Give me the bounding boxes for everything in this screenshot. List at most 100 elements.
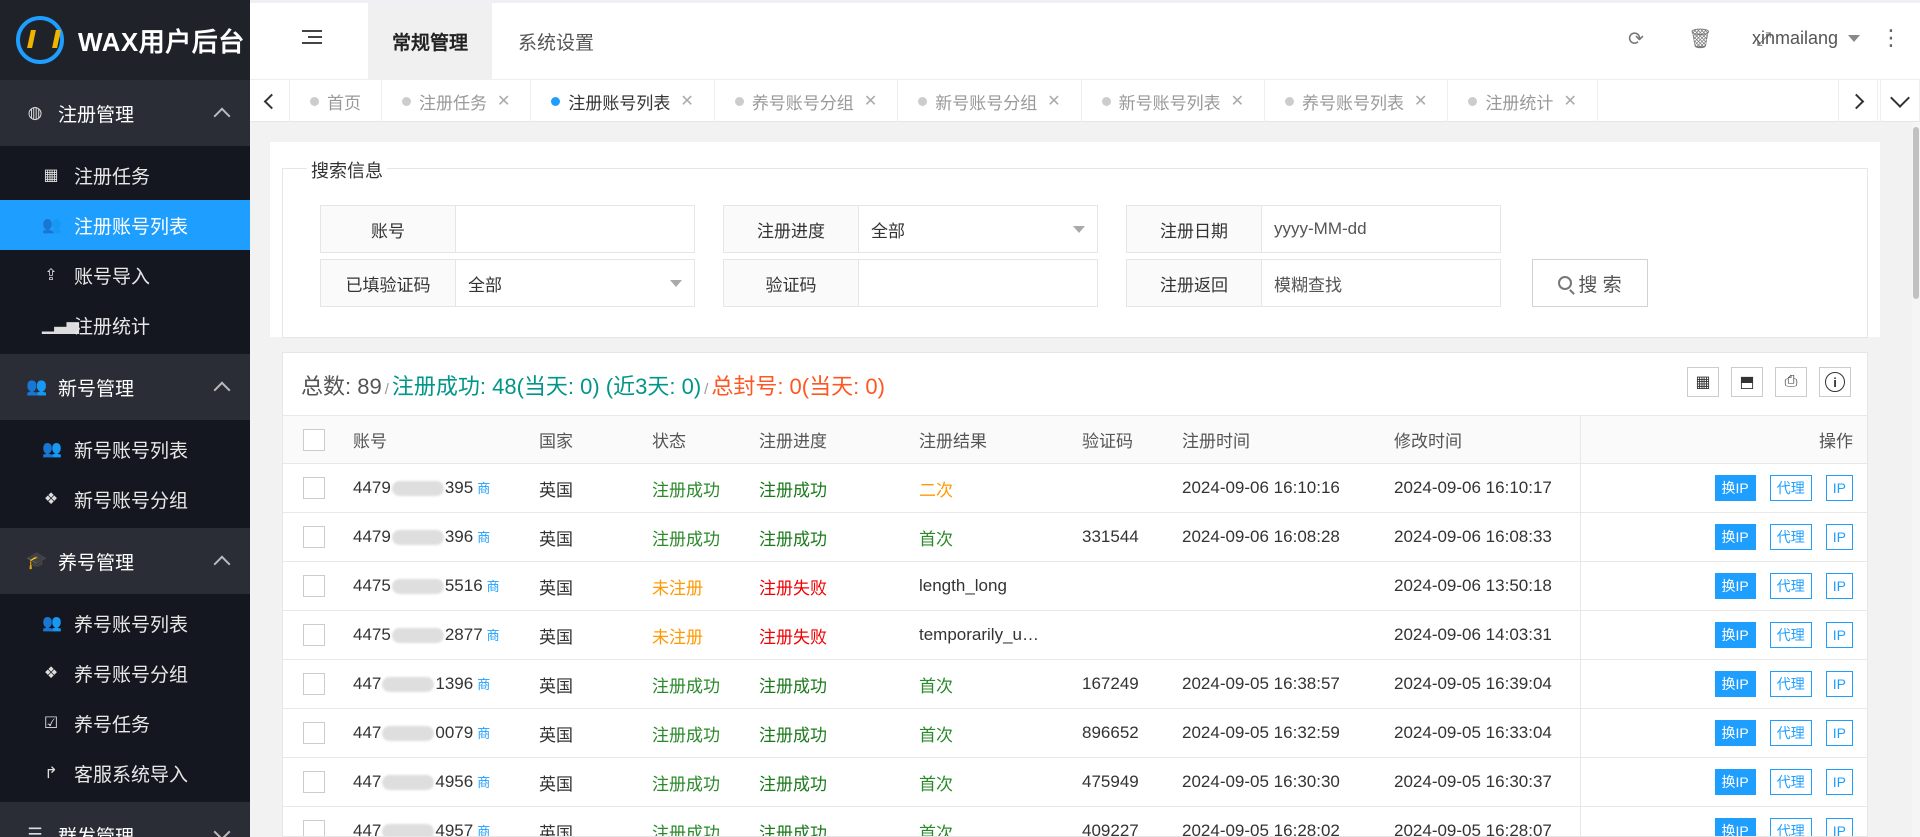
proxy-button[interactable]: 代理 (1769, 524, 1812, 550)
th-progress[interactable]: 注册进度 (751, 415, 911, 464)
change-ip-button[interactable]: 换IP (1714, 720, 1756, 746)
close-icon[interactable]: ✕ (1231, 91, 1244, 111)
page-tab[interactable]: 首页 (290, 80, 382, 122)
proxy-button[interactable]: 代理 (1769, 475, 1812, 501)
header-tab-settings[interactable]: 系统设置 (494, 3, 618, 80)
table-row[interactable]: 4479 395 商 英国 注册成功 注册成功 二次 2024-09-06 16:1… (283, 463, 1867, 513)
proxy-button[interactable]: 代理 (1769, 818, 1812, 836)
th-code[interactable]: 验证码 (1074, 415, 1174, 464)
page-tab[interactable]: 新号账号分组 ✕ (898, 80, 1082, 122)
tabs-scroll-left-button[interactable] (250, 80, 290, 122)
info-button[interactable]: i (1819, 367, 1851, 397)
th-mod-time[interactable]: 修改时间 (1386, 415, 1580, 464)
more-vertical-icon[interactable]: ⋮ (1880, 26, 1902, 50)
row-checkbox[interactable] (303, 771, 325, 793)
sidebar-item[interactable]: ↱ 客服系统导入 (0, 748, 250, 798)
change-ip-button[interactable]: 换IP (1714, 475, 1756, 501)
change-ip-button[interactable]: 换IP (1714, 573, 1756, 599)
sidebar-item[interactable]: ❖ 养号账号分组 (0, 648, 250, 698)
close-icon[interactable]: ✕ (1414, 91, 1427, 111)
proxy-button[interactable]: 代理 (1769, 769, 1812, 795)
row-checkbox[interactable] (303, 477, 325, 499)
change-ip-button[interactable]: 换IP (1714, 524, 1756, 550)
menu-toggle-icon[interactable] (302, 30, 322, 48)
sidebar-item[interactable]: ▦ 注册任务 (0, 150, 250, 200)
page-tab[interactable]: 注册任务 ✕ (382, 80, 532, 122)
code-input[interactable] (859, 260, 1097, 306)
page-scrollbar[interactable] (1912, 122, 1920, 837)
header-tab-general[interactable]: 常规管理 (368, 3, 493, 80)
change-ip-button[interactable]: 换IP (1714, 769, 1756, 795)
refresh-icon[interactable]: ⟳ (1624, 28, 1648, 52)
close-icon[interactable]: ✕ (680, 91, 693, 111)
table-row[interactable]: 447 1396 商 英国 注册成功 注册成功 首次 167249 2024-09-… (283, 659, 1867, 709)
th-account[interactable]: 账号 (345, 415, 531, 464)
th-status[interactable]: 状态 (644, 415, 751, 464)
logo[interactable]: WAX用户后台 (0, 0, 250, 80)
print-button[interactable]: ⎙ (1775, 367, 1807, 397)
ip-button[interactable]: IP (1825, 769, 1853, 795)
row-checkbox[interactable] (303, 526, 325, 548)
trash-icon[interactable]: 🗑 (1688, 28, 1712, 52)
close-icon[interactable]: ✕ (1047, 91, 1060, 111)
scrollbar-thumb[interactable] (1913, 127, 1919, 299)
close-icon[interactable]: ✕ (864, 91, 877, 111)
proxy-button[interactable]: 代理 (1769, 573, 1812, 599)
sidebar-item[interactable]: ❖ 新号账号分组 (0, 474, 250, 524)
sidebar-item[interactable]: 👥 注册账号列表 (0, 200, 250, 250)
result-input[interactable]: 模糊查找 (1262, 260, 1500, 306)
tabs-menu-button[interactable] (1880, 80, 1920, 122)
ip-button[interactable]: IP (1825, 475, 1853, 501)
sidebar-item[interactable]: 👥 养号账号列表 (0, 598, 250, 648)
close-icon[interactable]: ✕ (497, 91, 510, 111)
change-ip-button[interactable]: 换IP (1714, 622, 1756, 648)
row-checkbox[interactable] (303, 624, 325, 646)
th-country[interactable]: 国家 (531, 415, 644, 464)
tabs-scroll-right-button[interactable] (1838, 80, 1878, 122)
sidebar-item[interactable]: ☑ 养号任务 (0, 698, 250, 748)
proxy-button[interactable]: 代理 (1769, 671, 1812, 697)
table-row[interactable]: 447 0079 商 英国 注册成功 注册成功 首次 896652 2024-09-… (283, 708, 1867, 758)
ip-button[interactable]: IP (1825, 720, 1853, 746)
account-input[interactable] (456, 206, 694, 252)
row-checkbox[interactable] (303, 722, 325, 744)
page-tab[interactable]: 注册账号列表 ✕ (531, 80, 715, 122)
sidebar-item[interactable]: 👥 新号账号列表 (0, 424, 250, 474)
sidebar-item[interactable]: ▁▃▅ 注册统计 (0, 300, 250, 350)
table-row[interactable]: 4475 5516 商 英国 未注册 注册失败 length_long 2024-0… (283, 561, 1867, 611)
page-tab[interactable]: 注册统计 ✕ (1448, 80, 1598, 122)
page-tab[interactable]: 新号账号列表 ✕ (1082, 80, 1266, 122)
page-tab[interactable]: 养号账号分组 ✕ (715, 80, 899, 122)
ip-button[interactable]: IP (1825, 573, 1853, 599)
table-row[interactable]: 447 4957 商 英国 注册成功 注册成功 首次 409227 2024-09-… (283, 806, 1867, 836)
columns-filter-button[interactable]: ▦ (1687, 367, 1719, 397)
page-tab[interactable]: 养号账号列表 ✕ (1265, 80, 1449, 122)
user-menu[interactable]: xinmailang (1752, 28, 1860, 49)
row-checkbox[interactable] (303, 575, 325, 597)
table-row[interactable]: 4475 2877 商 英国 未注册 注册失败 temporarily_u… 202… (283, 610, 1867, 660)
nav-group-title[interactable]: 👥 新号管理 (0, 354, 250, 420)
table-row[interactable]: 4479 396 商 英国 注册成功 注册成功 首次 331544 2024-09-… (283, 512, 1867, 562)
select-all-checkbox[interactable] (303, 428, 325, 451)
nav-group-title[interactable]: 🎓 养号管理 (0, 528, 250, 594)
row-checkbox[interactable] (303, 673, 325, 695)
change-ip-button[interactable]: 换IP (1714, 818, 1756, 836)
ip-button[interactable]: IP (1825, 622, 1853, 648)
progress-select[interactable]: 全部 (859, 206, 1097, 252)
nav-group-title[interactable]: ◍ 注册管理 (0, 80, 250, 146)
th-result[interactable]: 注册结果 (911, 415, 1074, 464)
th-reg-time[interactable]: 注册时间 (1174, 415, 1386, 464)
proxy-button[interactable]: 代理 (1769, 622, 1812, 648)
filled-code-select[interactable]: 全部 (456, 260, 694, 306)
search-button[interactable]: 搜 索 (1532, 259, 1648, 307)
export-button[interactable]: ⬒ (1731, 367, 1763, 397)
ip-button[interactable]: IP (1825, 671, 1853, 697)
table-row[interactable]: 447 4956 商 英国 注册成功 注册成功 首次 475949 2024-09-… (283, 757, 1867, 807)
change-ip-button[interactable]: 换IP (1714, 671, 1756, 697)
ip-button[interactable]: IP (1825, 524, 1853, 550)
date-input[interactable]: yyyy-MM-dd (1262, 206, 1500, 252)
close-icon[interactable]: ✕ (1563, 91, 1576, 111)
row-checkbox[interactable] (303, 820, 325, 836)
nav-group-title[interactable]: ☰ 群发管理 (0, 802, 250, 837)
sidebar-item[interactable]: ⇪ 账号导入 (0, 250, 250, 300)
